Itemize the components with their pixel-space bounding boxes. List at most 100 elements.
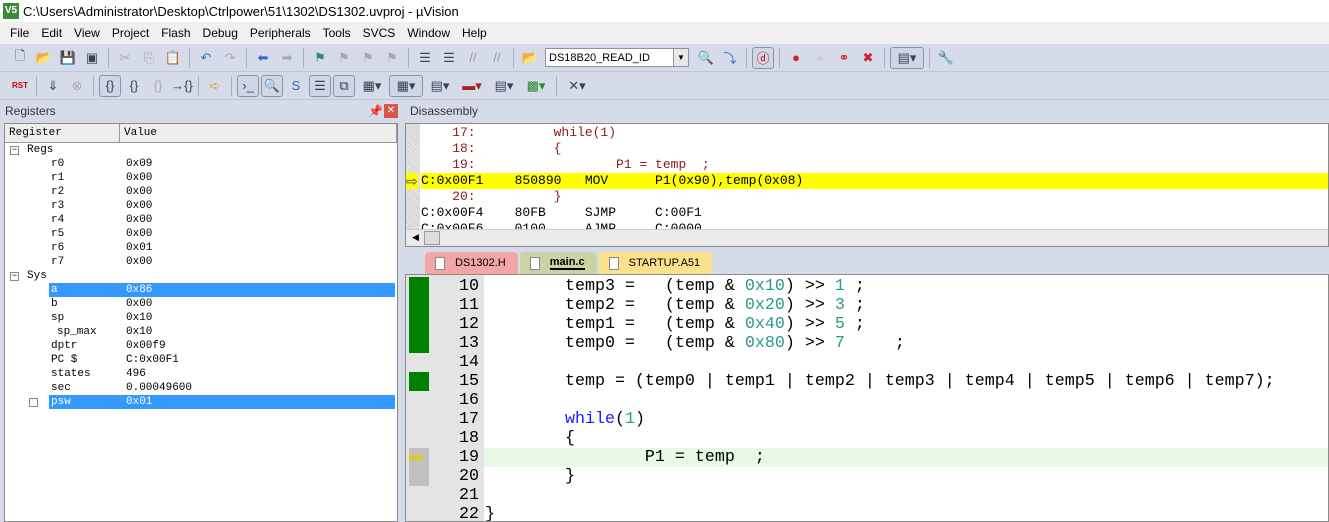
register-value[interactable]: 0x00	[126, 171, 152, 185]
target-select[interactable]: DS18B20_READ_ID ▼	[545, 48, 689, 67]
prev-bookmark-icon[interactable]: ⚑	[333, 47, 355, 69]
indent-icon[interactable]: ☰	[414, 47, 436, 69]
menu-window[interactable]: Window	[401, 26, 456, 40]
step-out-icon[interactable]: {}	[147, 75, 169, 97]
code-line[interactable]: 10 temp3 = (temp & 0x10) >> 1 ;	[406, 277, 1328, 296]
reset-icon[interactable]: RST	[9, 75, 31, 97]
navigate-forward-icon[interactable]: ➡	[276, 47, 298, 69]
next-bookmark-icon[interactable]: ⚑	[357, 47, 379, 69]
register-row[interactable]: r5 0x00	[5, 227, 393, 241]
register-value[interactable]: 0x10	[126, 325, 152, 339]
navigate-back-icon[interactable]: ⬅	[252, 47, 274, 69]
column-header-register[interactable]: Register	[5, 124, 120, 142]
register-row[interactable]: r3 0x00	[5, 199, 393, 213]
tree-group-sys[interactable]: − Sys	[5, 269, 393, 283]
uncomment-icon[interactable]: //	[486, 47, 508, 69]
code-line[interactable]: 16	[406, 391, 1328, 410]
column-header-value[interactable]: Value	[120, 124, 397, 142]
copy-icon[interactable]: ⎘	[138, 47, 160, 69]
window-layout-icon[interactable]: ▤▾	[890, 46, 924, 69]
stop-icon[interactable]: ⊗	[66, 75, 88, 97]
register-row[interactable]: b 0x00	[5, 297, 393, 311]
unindent-icon[interactable]: ☰	[438, 47, 460, 69]
disassembly-line[interactable]: C:0x00F4 80FB SJMP C:00F1	[421, 205, 1328, 221]
register-value[interactable]: 0x10	[126, 311, 152, 325]
clear-bookmarks-icon[interactable]: ⚑	[381, 47, 403, 69]
register-value[interactable]: 0x00	[126, 297, 152, 311]
serial-window-icon[interactable]: ▤▾	[425, 75, 455, 97]
insert-breakpoint-icon[interactable]: ●	[785, 47, 807, 69]
register-row[interactable]: r7 0x00	[5, 255, 393, 269]
trace-window-icon[interactable]: ▤▾	[489, 75, 519, 97]
menu-peripherals[interactable]: Peripherals	[244, 26, 317, 40]
show-next-statement-icon[interactable]: ➪	[204, 75, 226, 97]
register-value[interactable]: 0.00049600	[126, 381, 192, 395]
paste-icon[interactable]: 📋	[162, 47, 184, 69]
watch-windows-icon[interactable]: ▦▾	[357, 75, 387, 97]
disassembly-line[interactable]: 18: {	[421, 141, 1328, 157]
code-line[interactable]: 17 while(1)	[406, 410, 1328, 429]
menu-tools[interactable]: Tools	[317, 26, 357, 40]
register-value[interactable]: 0x00	[126, 227, 152, 241]
tab-main-c[interactable]: main.c	[519, 252, 597, 274]
menu-edit[interactable]: Edit	[35, 26, 68, 40]
save-all-icon[interactable]: ▣	[81, 47, 103, 69]
code-line[interactable]: 12 temp1 = (temp & 0x40) >> 5 ;	[406, 315, 1328, 334]
register-value[interactable]: 0x00	[126, 213, 152, 227]
step-over-icon[interactable]: {}	[123, 75, 145, 97]
registers-window-icon[interactable]: ☰	[309, 74, 331, 97]
kill-breakpoints-icon[interactable]: ✖	[857, 47, 879, 69]
disassembly-line[interactable]: 20: }	[421, 189, 1328, 205]
menu-flash[interactable]: Flash	[155, 26, 196, 40]
register-value[interactable]: 0x01	[126, 241, 152, 255]
chevron-down-icon[interactable]: ▼	[673, 49, 688, 66]
register-row[interactable]: + psw 0x01	[5, 395, 395, 409]
collapse-icon[interactable]: −	[10, 272, 19, 281]
comment-icon[interactable]: //	[462, 47, 484, 69]
register-row[interactable]: sp_max 0x10	[5, 325, 393, 339]
incremental-find-icon[interactable]: ⤵	[719, 47, 741, 69]
cut-icon[interactable]: ✂	[114, 47, 136, 69]
menu-project[interactable]: Project	[106, 26, 155, 40]
scroll-left-icon[interactable]: ◀	[412, 232, 419, 243]
register-row[interactable]: r4 0x00	[5, 213, 393, 227]
register-row[interactable]: r0 0x09	[5, 157, 393, 171]
tab-startup-a51[interactable]: STARTUP.A51	[598, 252, 713, 274]
undo-icon[interactable]: ↶	[195, 47, 217, 69]
collapse-icon[interactable]: −	[10, 146, 19, 155]
debug-session-icon[interactable]: ⓓ	[752, 46, 774, 69]
register-row[interactable]: sec 0.00049600	[5, 381, 393, 395]
call-stack-window-icon[interactable]: ⧉	[333, 74, 355, 97]
run-to-cursor-icon[interactable]: →{}	[171, 75, 193, 97]
register-row[interactable]: a 0x86	[5, 283, 395, 297]
redo-icon[interactable]: ↷	[219, 47, 241, 69]
close-icon[interactable]: ✕	[384, 104, 398, 118]
new-file-icon[interactable]: 🗋	[9, 47, 31, 69]
register-row[interactable]: sp 0x10	[5, 311, 393, 325]
tab-ds1302-h[interactable]: DS1302.H	[425, 252, 518, 274]
register-row[interactable]: states 496	[5, 367, 393, 381]
bookmark-icon[interactable]: ⚑	[309, 47, 331, 69]
menu-help[interactable]: Help	[456, 26, 493, 40]
register-row[interactable]: PC $ C:0x00F1	[5, 353, 393, 367]
code-line[interactable]: 18 {	[406, 429, 1328, 448]
code-line[interactable]: 21	[406, 486, 1328, 505]
step-into-icon[interactable]: {}	[99, 74, 121, 97]
pin-icon[interactable]: 📌	[368, 104, 383, 118]
symbols-window-icon[interactable]: S	[285, 75, 307, 97]
run-icon[interactable]: ⇓	[42, 75, 64, 97]
register-value[interactable]: 0x00	[126, 255, 152, 269]
system-viewer-icon[interactable]: ▩▾	[521, 75, 551, 97]
command-window-icon[interactable]: ›_	[237, 74, 259, 97]
current-instruction-line[interactable]: C:0x00F1 850890 MOV P1(0x90),temp(0x08)	[421, 173, 1328, 189]
register-value[interactable]: 0x86	[126, 283, 152, 297]
toolbox-icon[interactable]: ✕▾	[562, 75, 592, 97]
disassembly-view[interactable]: 17: while(1) 18: { 19: P1 = temp ; C:0x00…	[405, 123, 1329, 247]
enable-breakpoint-icon[interactable]: ●	[809, 47, 831, 69]
tree-group-regs[interactable]: − Regs	[5, 143, 393, 157]
code-line[interactable]: 14	[406, 353, 1328, 372]
register-row[interactable]: r2 0x00	[5, 185, 393, 199]
register-value[interactable]: 0x01	[126, 395, 152, 409]
horizontal-scrollbar[interactable]: ◀	[406, 229, 1328, 246]
menu-view[interactable]: View	[68, 26, 106, 40]
